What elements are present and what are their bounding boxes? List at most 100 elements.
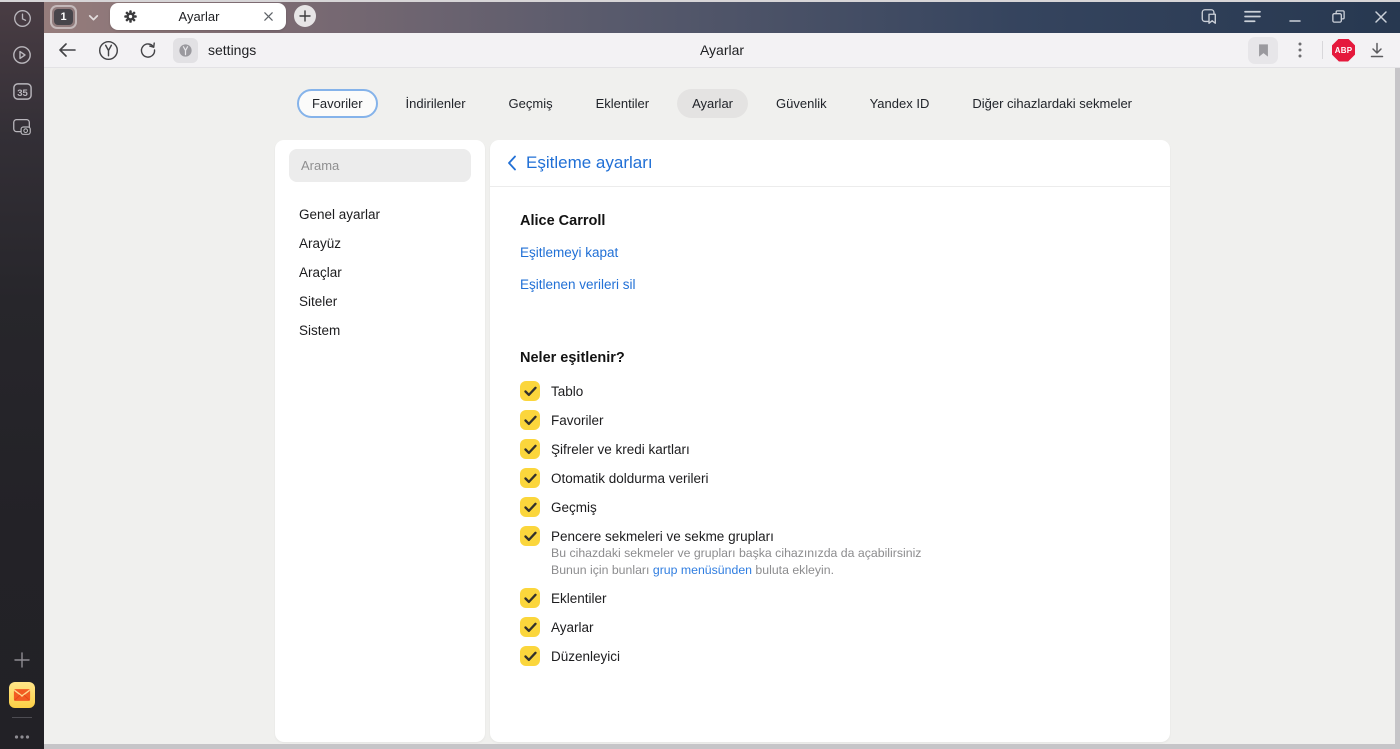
tab-counter-value: 35 [17, 87, 28, 98]
sync-item-label: Pencere sekmeleri ve sekme grupları [551, 528, 774, 544]
panel-body: Alice Carroll Eşitlemeyi kapat Eşitlenen… [490, 187, 1170, 666]
tab-counter-badge[interactable]: 35 [0, 76, 44, 106]
scrollbar-track[interactable] [1395, 68, 1400, 749]
checkbox-checked-icon[interactable] [520, 646, 540, 666]
settings-sidebar: Genel ayarlar Arayüz Araçlar Siteler Sis… [275, 140, 485, 742]
description-line2-prefix: Bunun için bunları [551, 563, 653, 577]
sync-item-ayarlar[interactable]: Ayarlar [520, 617, 1140, 637]
search-input[interactable] [289, 149, 471, 182]
window-controls [1200, 0, 1390, 33]
window-bottom-edge [44, 744, 1400, 749]
more-apps-dots-icon[interactable] [0, 722, 44, 749]
sync-item-description: Bu cihazdaki sekmeler ve grupları başka … [551, 545, 1140, 579]
panel-header-back[interactable]: Eşitleme ayarları [490, 140, 1170, 187]
tab-bar: 1 Ayarlar [44, 0, 1400, 33]
checkbox-checked-icon[interactable] [520, 439, 540, 459]
yandex-button[interactable] [95, 37, 121, 63]
tab-close-icon[interactable] [260, 9, 276, 25]
checkbox-checked-icon[interactable] [520, 381, 540, 401]
browser-tab-ayarlar[interactable]: Ayarlar [110, 3, 286, 30]
section-title-what-syncs: Neler eşitlenir? [520, 350, 625, 366]
sync-item-otomatik-doldurma[interactable]: Otomatik doldurma verileri [520, 468, 1140, 488]
nav-tab-gecmis[interactable]: Geçmiş [494, 89, 568, 118]
sync-item-sifreler[interactable]: Şifreler ve kredi kartları [520, 439, 1140, 459]
sync-item-label: Düzenleyici [551, 648, 621, 664]
minimize-icon[interactable] [1286, 8, 1304, 26]
settings-menu: Genel ayarlar Arayüz Araçlar Siteler Sis… [275, 200, 485, 345]
nav-tab-diger-cihazlar[interactable]: Diğer cihazlardaki sekmeler [957, 89, 1147, 118]
rail-divider [12, 717, 32, 718]
gear-icon [123, 9, 138, 24]
delete-synced-data-link[interactable]: Eşitlenen verileri sil [520, 277, 636, 292]
restore-icon[interactable] [1329, 8, 1347, 26]
window-top-edge [0, 0, 1400, 2]
yandex-mail-icon[interactable] [0, 680, 44, 710]
sidebar-item-siteler[interactable]: Siteler [275, 287, 485, 316]
play-media-icon[interactable] [0, 40, 44, 70]
left-rail: 35 [0, 0, 44, 749]
sync-item-duzenleyici[interactable]: Düzenleyici [520, 646, 1140, 666]
sync-item-label: Ayarlar [551, 619, 594, 635]
sidebar-item-sistem[interactable]: Sistem [275, 316, 485, 345]
checkbox-checked-icon[interactable] [520, 410, 540, 430]
settings-nav-tabs: Favoriler İndirilenler Geçmiş Eklentiler… [44, 89, 1400, 118]
url-text[interactable]: settings [208, 42, 256, 58]
sync-item-label: Otomatik doldurma verileri [551, 470, 709, 486]
nav-tab-guvenlik[interactable]: Güvenlik [761, 89, 842, 118]
checkbox-checked-icon[interactable] [520, 497, 540, 517]
checkbox-checked-icon[interactable] [520, 468, 540, 488]
nav-tab-ayarlar[interactable]: Ayarlar [677, 89, 749, 118]
account-name: Alice Carroll [520, 213, 606, 229]
sidebar-item-arayuz[interactable]: Arayüz [275, 229, 485, 258]
side-panel-icon[interactable] [1200, 8, 1218, 26]
sync-item-pencere-sekmeleri[interactable]: Pencere sekmeleri ve sekme grupları [520, 526, 1140, 546]
sync-item-tablo[interactable]: Tablo [520, 381, 1140, 401]
search-box [289, 149, 471, 182]
sync-item-favoriler[interactable]: Favoriler [520, 410, 1140, 430]
disable-sync-link[interactable]: Eşitlemeyi kapat [520, 245, 618, 260]
back-button[interactable] [54, 37, 80, 63]
sync-item-eklentiler[interactable]: Eklentiler [520, 588, 1140, 608]
add-panel-icon[interactable] [0, 645, 44, 675]
nav-tab-favoriler[interactable]: Favoriler [296, 89, 378, 118]
panel-title: Eşitleme ayarları [526, 153, 653, 172]
sync-item-label: Favoriler [551, 412, 604, 428]
tab-title: Ayarlar [178, 9, 220, 24]
toolbar: settings Ayarlar ABP [44, 33, 1400, 68]
bookmark-icon[interactable] [1248, 36, 1278, 64]
chevron-left-icon [507, 155, 517, 171]
history-clock-icon[interactable] [0, 3, 44, 33]
close-window-icon[interactable] [1372, 8, 1390, 26]
adblock-abp-icon[interactable]: ABP [1332, 38, 1355, 62]
kebab-menu-icon[interactable] [1287, 37, 1313, 63]
checkbox-checked-icon[interactable] [520, 588, 540, 608]
description-line2-suffix: buluta ekleyin. [752, 563, 835, 577]
sync-item-label: Tablo [551, 383, 584, 399]
tab-group-chevron-down-icon[interactable] [84, 8, 102, 26]
sync-item-label: Eklentiler [551, 590, 607, 606]
refresh-icon[interactable] [135, 37, 161, 63]
checkbox-checked-icon[interactable] [520, 617, 540, 637]
nav-tab-yandex-id[interactable]: Yandex ID [855, 89, 945, 118]
screenshot-icon[interactable] [0, 112, 44, 142]
group-menu-link[interactable]: grup menüsünden [653, 563, 752, 577]
sync-item-label: Şifreler ve kredi kartları [551, 441, 690, 457]
mail-tile [9, 682, 35, 708]
toolbar-divider [1322, 41, 1323, 59]
tab-group-count: 1 [54, 9, 73, 25]
checkbox-checked-icon[interactable] [520, 526, 540, 546]
sidebar-item-genel-ayarlar[interactable]: Genel ayarlar [275, 200, 485, 229]
tab-group-badge[interactable]: 1 [50, 5, 77, 29]
downloads-icon[interactable] [1364, 37, 1390, 63]
sidebar-item-araclar[interactable]: Araçlar [275, 258, 485, 287]
nav-tab-eklentiler[interactable]: Eklentiler [581, 89, 664, 118]
new-tab-button[interactable] [294, 5, 316, 27]
sync-item-gecmis[interactable]: Geçmiş [520, 497, 1140, 517]
browser-window: 35 1 Ayarlar settings Ayarlar ABP Favori… [0, 0, 1400, 749]
nav-tab-indirilenler[interactable]: İndirilenler [391, 89, 481, 118]
sync-settings-panel: Eşitleme ayarları Alice Carroll Eşitleme… [490, 140, 1170, 742]
toolbar-right: ABP [1248, 33, 1390, 67]
menu-hamburger-icon[interactable] [1243, 8, 1261, 26]
settings-page: Favoriler İndirilenler Geçmiş Eklentiler… [44, 68, 1400, 749]
page-favicon [173, 37, 198, 63]
